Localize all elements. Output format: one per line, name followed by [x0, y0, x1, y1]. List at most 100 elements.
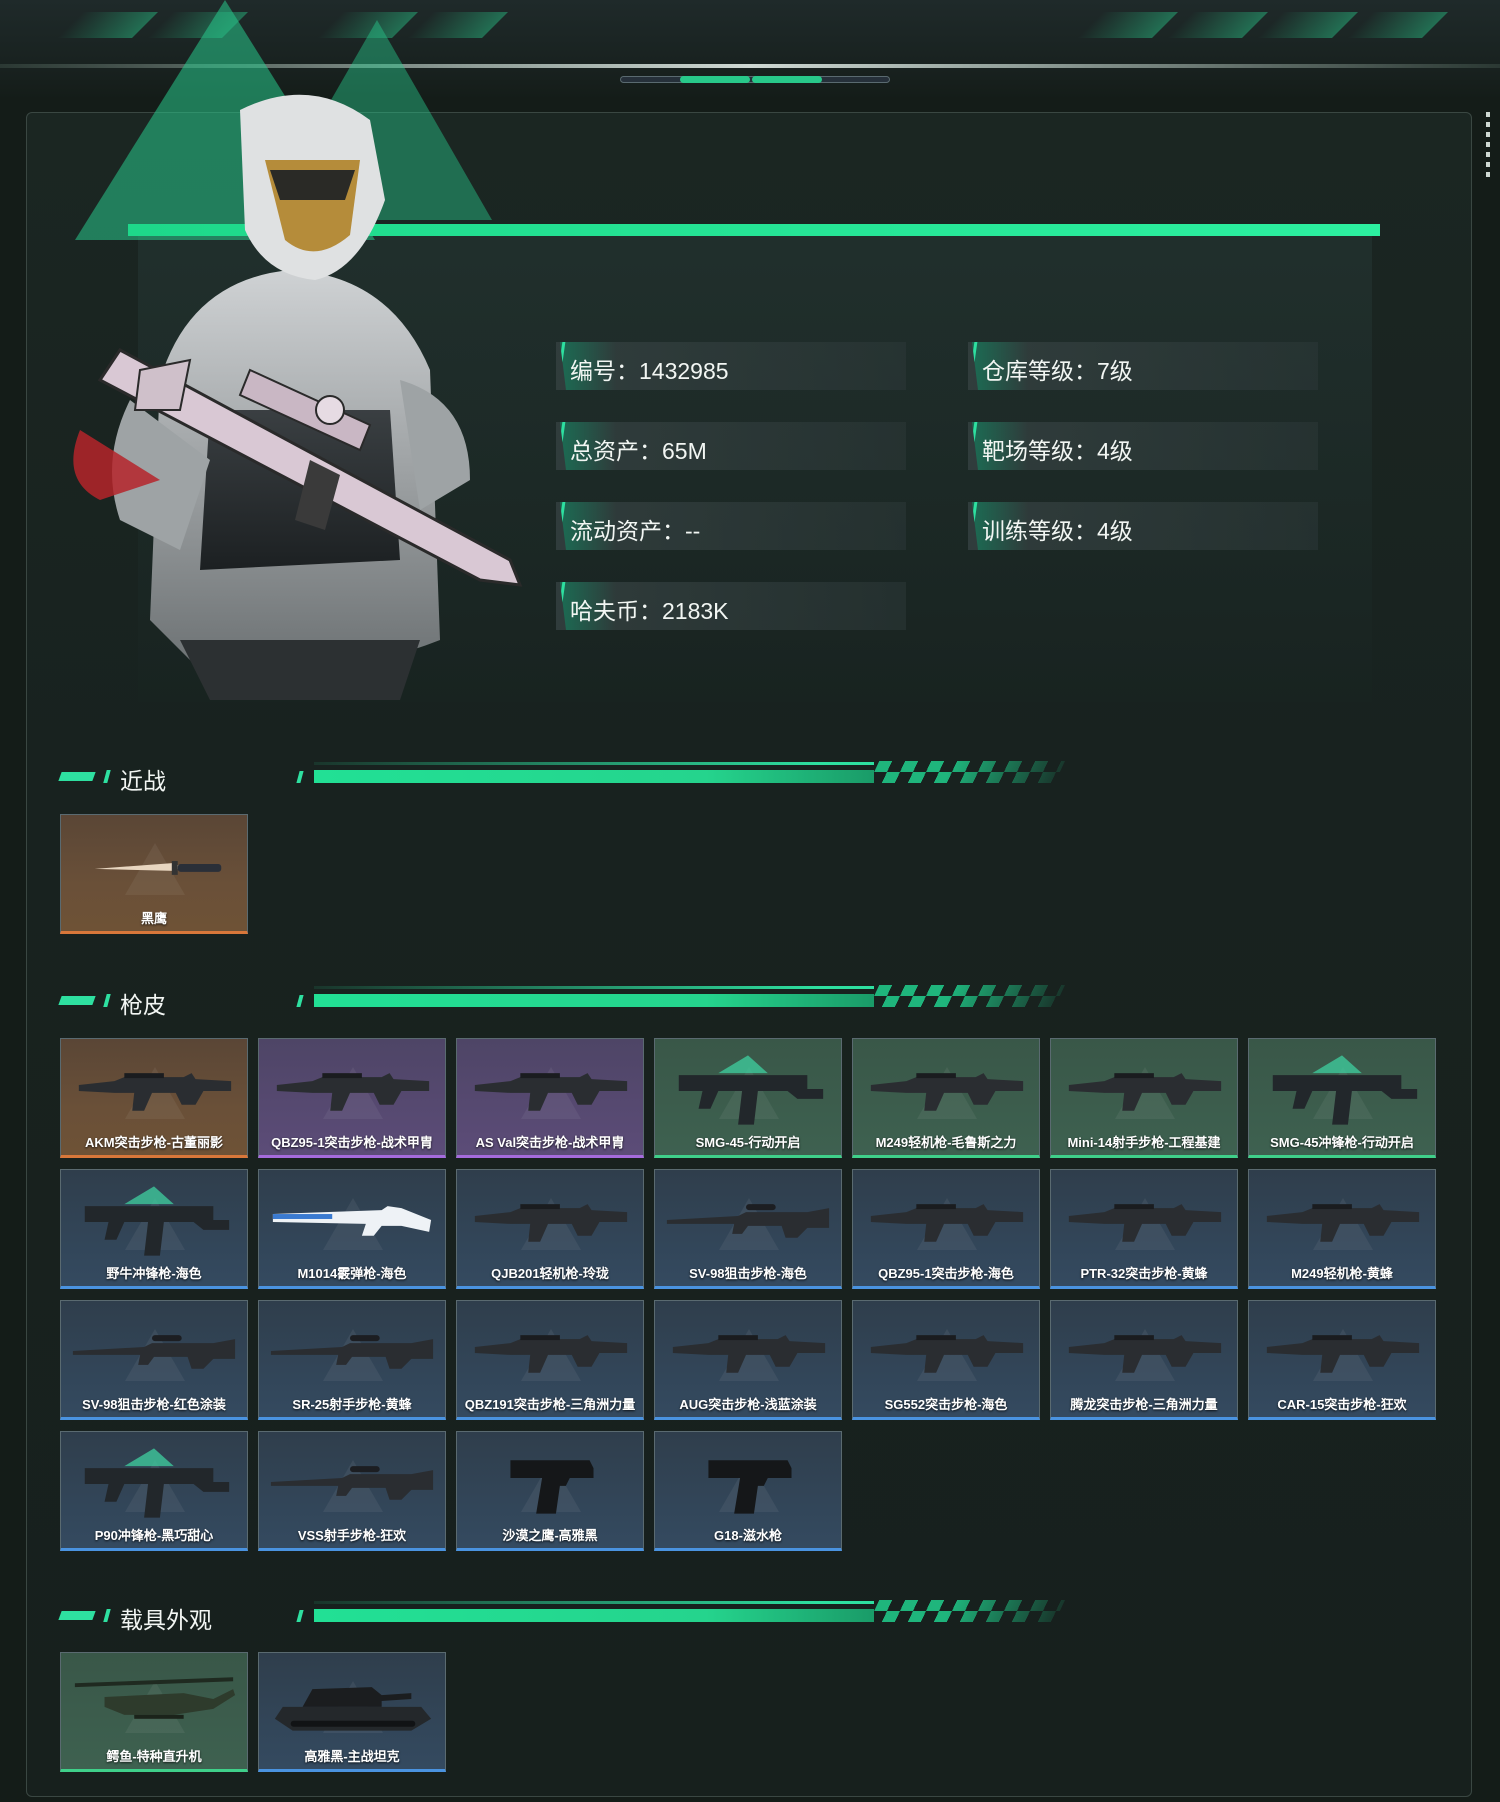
- smg-icon: [1272, 1055, 1418, 1125]
- info-field-label: 靶场等级：4级: [982, 438, 1133, 464]
- skins-item-card[interactable]: 沙漠之鹰-高雅黑: [456, 1431, 644, 1551]
- pistol-icon: [510, 1460, 594, 1514]
- section-header-skins: 枪皮: [58, 984, 1066, 1020]
- skins-item-card[interactable]: VSS射手步枪-狂欢: [258, 1431, 446, 1551]
- rifle-icon: [870, 1335, 1024, 1373]
- vehicles-item-card[interactable]: 鳄鱼-特种直升机: [60, 1652, 248, 1772]
- item-name: Mini-14射手步枪-工程基建: [1067, 1135, 1221, 1150]
- skins-item-card[interactable]: SR-25射手步枪-黄蜂: [258, 1300, 446, 1420]
- info-field-label: 哈夫币：2183K: [570, 598, 729, 624]
- info-field-label: 流动资产：--: [570, 518, 701, 544]
- rifle-icon: [1068, 1073, 1222, 1111]
- skins-item-card[interactable]: SMG-45-行动开启: [654, 1038, 842, 1158]
- skins-item-card[interactable]: M1014霰弹枪-海色: [258, 1169, 446, 1289]
- item-name: AS Val突击步枪-战术甲胄: [475, 1135, 625, 1150]
- smg-icon: [678, 1055, 824, 1125]
- info-field-liquid-assets: 流动资产：--: [556, 502, 906, 550]
- vehicles-item-card[interactable]: 高雅黑-主战坦克: [258, 1652, 446, 1772]
- smg-icon: [84, 1186, 230, 1256]
- skins-item-card[interactable]: AUG突击步枪-浅蓝涂装: [654, 1300, 842, 1420]
- item-name: M1014霰弹枪-海色: [297, 1266, 407, 1281]
- item-name: SG552突击步枪-海色: [884, 1397, 1008, 1412]
- section-header-melee: 近战: [58, 760, 1066, 796]
- rifle-icon: [870, 1073, 1024, 1111]
- smg-icon: [84, 1448, 230, 1518]
- skins-item-card[interactable]: SG552突击步枪-海色: [852, 1300, 1040, 1420]
- skins-item-card[interactable]: M249轻机枪-黄蜂: [1248, 1169, 1436, 1289]
- item-name: P90冲锋枪-黑巧甜心: [94, 1528, 214, 1543]
- shotgun-icon: [272, 1206, 432, 1236]
- item-name: 鳄鱼-特种直升机: [106, 1749, 202, 1764]
- skins-item-card[interactable]: P90冲锋枪-黑巧甜心: [60, 1431, 248, 1551]
- info-field-label: 编号：1432985: [570, 358, 729, 384]
- skins-item-card[interactable]: SMG-45冲锋枪-行动开启: [1248, 1038, 1436, 1158]
- operator-avatar: [73, 94, 523, 700]
- skins-item-card[interactable]: SV-98狙击步枪-红色涂装: [60, 1300, 248, 1420]
- item-name: M249轻机枪-黄蜂: [1291, 1266, 1393, 1281]
- section-title: 近战: [120, 768, 166, 794]
- info-field-label: 仓库等级：7级: [982, 358, 1133, 384]
- rifle-icon: [1068, 1204, 1222, 1242]
- melee-grid: 黑鹰: [60, 814, 1436, 934]
- item-name: QBZ191突击步枪-三角洲力量: [464, 1397, 636, 1412]
- item-name: 野牛冲锋枪-海色: [106, 1266, 202, 1281]
- helicopter-icon: [74, 1677, 236, 1719]
- skins-item-card[interactable]: M249轻机枪-毛鲁斯之力: [852, 1038, 1040, 1158]
- item-name: 沙漠之鹰-高雅黑: [502, 1528, 598, 1543]
- item-name: SV-98狙击步枪-红色涂装: [82, 1397, 226, 1412]
- skins-item-card[interactable]: 野牛冲锋枪-海色: [60, 1169, 248, 1289]
- skins-item-card[interactable]: Mini-14射手步枪-工程基建: [1050, 1038, 1238, 1158]
- rifle-icon: [870, 1204, 1024, 1242]
- info-field-warehouse-level: 仓库等级：7级: [968, 342, 1318, 390]
- info-field-label: 训练等级：4级: [982, 518, 1133, 544]
- skins-item-card[interactable]: PTR-32突击步枪-黄蜂: [1050, 1169, 1238, 1289]
- info-field-total-assets: 总资产：65M: [556, 422, 906, 470]
- section-header-vehicles: 载具外观: [58, 1599, 1066, 1635]
- item-name: G18-滋水枪: [714, 1528, 782, 1543]
- rifle-icon: [672, 1335, 826, 1373]
- item-name: PTR-32突击步枪-黄蜂: [1080, 1266, 1208, 1281]
- rifle-icon: [474, 1073, 628, 1111]
- rifle-icon: [276, 1073, 430, 1111]
- skins-item-card[interactable]: AS Val突击步枪-战术甲胄: [456, 1038, 644, 1158]
- item-name: SV-98狙击步枪-海色: [689, 1266, 807, 1281]
- skins-item-card[interactable]: QBZ95-1突击步枪-战术甲胄: [258, 1038, 446, 1158]
- sniper-icon: [666, 1204, 830, 1238]
- item-name: M249轻机枪-毛鲁斯之力: [875, 1135, 1017, 1150]
- rifle-icon: [1068, 1335, 1222, 1373]
- rifle-icon: [1266, 1335, 1420, 1373]
- rifle-icon: [78, 1073, 232, 1111]
- sniper-icon: [72, 1335, 236, 1369]
- skins-item-card[interactable]: QBZ95-1突击步枪-海色: [852, 1169, 1040, 1289]
- sniper-icon: [270, 1466, 434, 1500]
- sniper-icon: [270, 1335, 434, 1369]
- item-name: 黑鹰: [140, 911, 167, 926]
- rifle-icon: [474, 1204, 628, 1242]
- skins-item-card[interactable]: AKM突击步枪-古董丽影: [60, 1038, 248, 1158]
- rifle-icon: [1266, 1204, 1420, 1242]
- item-name: SR-25射手步枪-黄蜂: [292, 1397, 412, 1412]
- skins-item-card[interactable]: G18-滋水枪: [654, 1431, 842, 1551]
- tank-icon: [274, 1687, 432, 1731]
- item-name: QJB201轻机枪-玲珑: [491, 1266, 609, 1281]
- skins-item-card[interactable]: SV-98狙击步枪-海色: [654, 1169, 842, 1289]
- info-field-range-level: 靶场等级：4级: [968, 422, 1318, 470]
- item-name: CAR-15突击步枪-狂欢: [1277, 1397, 1407, 1412]
- skins-item-card[interactable]: CAR-15突击步枪-狂欢: [1248, 1300, 1436, 1420]
- item-name: QBZ95-1突击步枪-战术甲胄: [271, 1135, 433, 1150]
- melee-item-card[interactable]: 黑鹰: [60, 814, 248, 934]
- item-name: AKM突击步枪-古董丽影: [85, 1135, 223, 1150]
- knife-icon: [94, 861, 222, 875]
- skins-item-card[interactable]: 腾龙突击步枪-三角洲力量: [1050, 1300, 1238, 1420]
- info-field-coins: 哈夫币：2183K: [556, 582, 906, 630]
- section-title: 载具外观: [120, 1607, 212, 1633]
- skins-item-card[interactable]: QJB201轻机枪-玲珑: [456, 1169, 644, 1289]
- item-name: 高雅黑-主战坦克: [304, 1749, 400, 1764]
- item-name: QBZ95-1突击步枪-海色: [878, 1266, 1014, 1281]
- item-name: SMG-45冲锋枪-行动开启: [1270, 1135, 1414, 1150]
- info-field-label: 总资产：65M: [570, 438, 707, 464]
- item-name: 腾龙突击步枪-三角洲力量: [1070, 1397, 1218, 1412]
- info-field-id: 编号：1432985: [556, 342, 906, 390]
- skins-item-card[interactable]: QBZ191突击步枪-三角洲力量: [456, 1300, 644, 1420]
- scroll-indicator[interactable]: [1486, 112, 1490, 182]
